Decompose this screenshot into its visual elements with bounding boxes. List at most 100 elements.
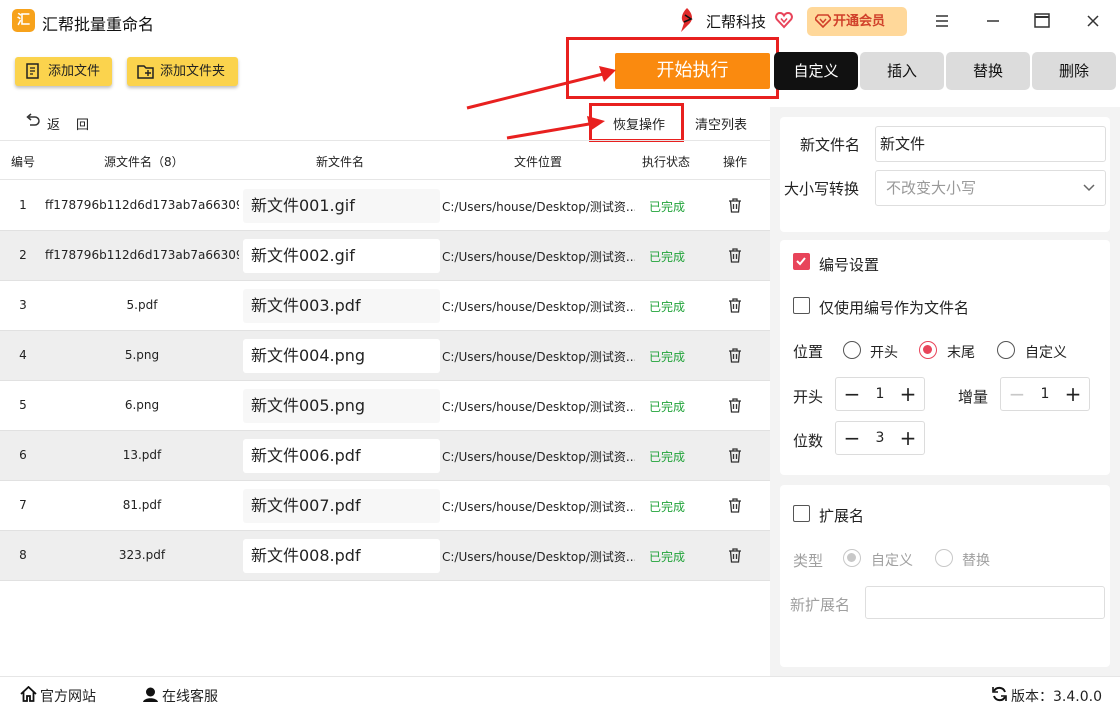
- case-convert-value: 不改变大小写: [886, 179, 977, 197]
- vip-button[interactable]: 开通会员: [807, 7, 907, 36]
- trash-icon[interactable]: [728, 548, 742, 563]
- table-row[interactable]: 6 13.pdf 新文件006.pdf C:/Users/house/Desktop/…: [0, 431, 770, 481]
- app-window: 汇 汇帮批量重命名 汇帮科技 开通会员 添加文件 添加文件夹 开始执行 返 回 …: [0, 0, 1120, 710]
- case-convert-select[interactable]: 不改变大小写: [875, 170, 1106, 206]
- table-row[interactable]: 1 ff178796b112d6d173ab7a66309. 新文件001.gif C…: [0, 181, 770, 231]
- minimize-icon[interactable]: [982, 10, 1004, 32]
- row-status: 已完成: [649, 450, 686, 464]
- row-new-name[interactable]: 新文件006.pdf: [243, 439, 440, 473]
- position-start-label: 开头: [870, 345, 898, 361]
- official-website-link[interactable]: 官方网站: [20, 686, 96, 706]
- start-decrement-button[interactable]: −: [838, 378, 866, 410]
- table-row[interactable]: 5 6.png 新文件005.png C:/Users/house/Desktop/测…: [0, 381, 770, 431]
- table-row[interactable]: 2 ff178796b112d6d173ab7a66309. 新文件002.gif C…: [0, 231, 770, 281]
- row-source-name: 5.pdf: [126, 298, 158, 312]
- official-website-label: 官方网站: [40, 689, 96, 705]
- only-number-checkbox[interactable]: [793, 297, 810, 314]
- version-label: 版本：3.4.0.0: [1011, 689, 1102, 705]
- col-number: 编号: [11, 155, 36, 169]
- trash-icon[interactable]: [728, 498, 742, 513]
- add-file-button[interactable]: 添加文件: [15, 57, 112, 86]
- increment-stepper: − 1 +: [1000, 377, 1090, 411]
- type-custom-radio[interactable]: [843, 549, 861, 567]
- back-button-char2[interactable]: 回: [76, 114, 89, 133]
- extension-checkbox[interactable]: [793, 505, 810, 522]
- row-status: 已完成: [649, 200, 686, 214]
- add-file-label: 添加文件: [48, 64, 101, 79]
- digits-decrement-button[interactable]: −: [838, 422, 866, 454]
- row-number: 3: [19, 298, 27, 312]
- col-status: 执行状态: [642, 155, 691, 169]
- trash-icon[interactable]: [728, 198, 742, 213]
- annotation-arrows: [466, 66, 616, 140]
- row-new-name[interactable]: 新文件005.png: [243, 389, 440, 423]
- row-location: C:/Users/house/Desktop/测试资...: [442, 550, 635, 564]
- type-label: 类型: [793, 552, 824, 570]
- table-row[interactable]: 3 5.pdf 新文件003.pdf C:/Users/house/Desktop/测…: [0, 281, 770, 331]
- row-new-name[interactable]: 新文件003.pdf: [243, 289, 440, 323]
- type-custom-label: 自定义: [871, 553, 913, 569]
- row-new-name[interactable]: 新文件002.gif: [243, 239, 440, 273]
- row-status: 已完成: [649, 350, 686, 364]
- increment-increment-button[interactable]: +: [1059, 378, 1087, 410]
- file-list-pane: 添加文件 添加文件夹 开始执行 返 回 恢复操作 清空列表 编号 源文件名（8）…: [0, 37, 779, 676]
- online-support-link[interactable]: 在线客服: [143, 686, 218, 706]
- start-value[interactable]: 1: [866, 378, 894, 410]
- tab-insert[interactable]: 插入: [860, 52, 944, 90]
- row-status: 已完成: [649, 300, 686, 314]
- tab-custom[interactable]: 自定义: [774, 52, 858, 90]
- table-row[interactable]: 8 323.pdf 新文件008.pdf C:/Users/house/Desktop…: [0, 531, 770, 581]
- tab-replace[interactable]: 替换: [946, 52, 1030, 90]
- trash-icon[interactable]: [728, 398, 742, 413]
- tab-delete[interactable]: 删除: [1032, 52, 1116, 90]
- app-logo: 汇: [12, 9, 35, 32]
- table-row[interactable]: 4 5.png 新文件004.png C:/Users/house/Desktop/测…: [0, 331, 770, 381]
- menu-icon[interactable]: [931, 10, 953, 32]
- type-replace-radio[interactable]: [935, 549, 953, 567]
- back-button-char1[interactable]: 返: [47, 114, 60, 133]
- numbering-card: 编号设置 仅使用编号作为文件名 位置 开头 末尾 自定义 开头 − 1 + 增量…: [780, 240, 1110, 475]
- row-new-name[interactable]: 新文件008.pdf: [243, 539, 440, 573]
- brand-logo-icon: [681, 8, 693, 32]
- trash-icon[interactable]: [728, 448, 742, 463]
- restore-button[interactable]: 恢复操作: [613, 114, 665, 133]
- check-icon: [796, 257, 806, 266]
- row-source-name: ff178796b112d6d173ab7a66309.: [45, 198, 239, 212]
- row-status: 已完成: [649, 550, 686, 564]
- add-folder-button[interactable]: 添加文件夹: [127, 57, 238, 86]
- heart-icon[interactable]: [774, 10, 794, 30]
- row-number: 8: [19, 548, 27, 562]
- table-row[interactable]: 7 81.pdf 新文件007.pdf C:/Users/house/Desktop/…: [0, 481, 770, 531]
- file-add-icon: [26, 63, 39, 79]
- increment-decrement-button[interactable]: −: [1003, 378, 1031, 410]
- digits-stepper: − 3 +: [835, 421, 925, 455]
- position-end-radio[interactable]: [919, 341, 937, 359]
- start-execute-button[interactable]: 开始执行: [615, 53, 770, 89]
- row-new-name[interactable]: 新文件004.png: [243, 339, 440, 373]
- close-icon[interactable]: [1082, 10, 1104, 32]
- row-status: 已完成: [649, 250, 686, 264]
- row-new-name[interactable]: 新文件007.pdf: [243, 489, 440, 523]
- increment-value[interactable]: 1: [1031, 378, 1059, 410]
- folder-add-icon: [137, 65, 154, 79]
- digits-value[interactable]: 3: [866, 422, 894, 454]
- new-extension-input[interactable]: [865, 586, 1105, 619]
- row-source-name: 5.png: [124, 348, 160, 362]
- position-custom-radio[interactable]: [997, 341, 1015, 359]
- position-start-radio[interactable]: [843, 341, 861, 359]
- numbering-checkbox[interactable]: [793, 253, 810, 270]
- settings-pane: 新文件名 新文件 大小写转换 不改变大小写 编号设置 仅使用编号作为文件名 位置…: [770, 107, 1120, 676]
- clear-list-button[interactable]: 清空列表: [695, 114, 747, 133]
- back-icon[interactable]: [25, 113, 41, 127]
- extension-label: 扩展名: [819, 507, 865, 525]
- row-new-name[interactable]: 新文件001.gif: [243, 189, 440, 223]
- maximize-icon[interactable]: [1031, 10, 1053, 32]
- position-label: 位置: [793, 343, 824, 361]
- start-increment-button[interactable]: +: [894, 378, 922, 410]
- trash-icon[interactable]: [728, 248, 742, 263]
- trash-icon[interactable]: [728, 298, 742, 313]
- new-name-input[interactable]: 新文件: [875, 126, 1106, 162]
- trash-icon[interactable]: [728, 348, 742, 363]
- digits-increment-button[interactable]: +: [894, 422, 922, 454]
- row-number: 7: [19, 498, 27, 512]
